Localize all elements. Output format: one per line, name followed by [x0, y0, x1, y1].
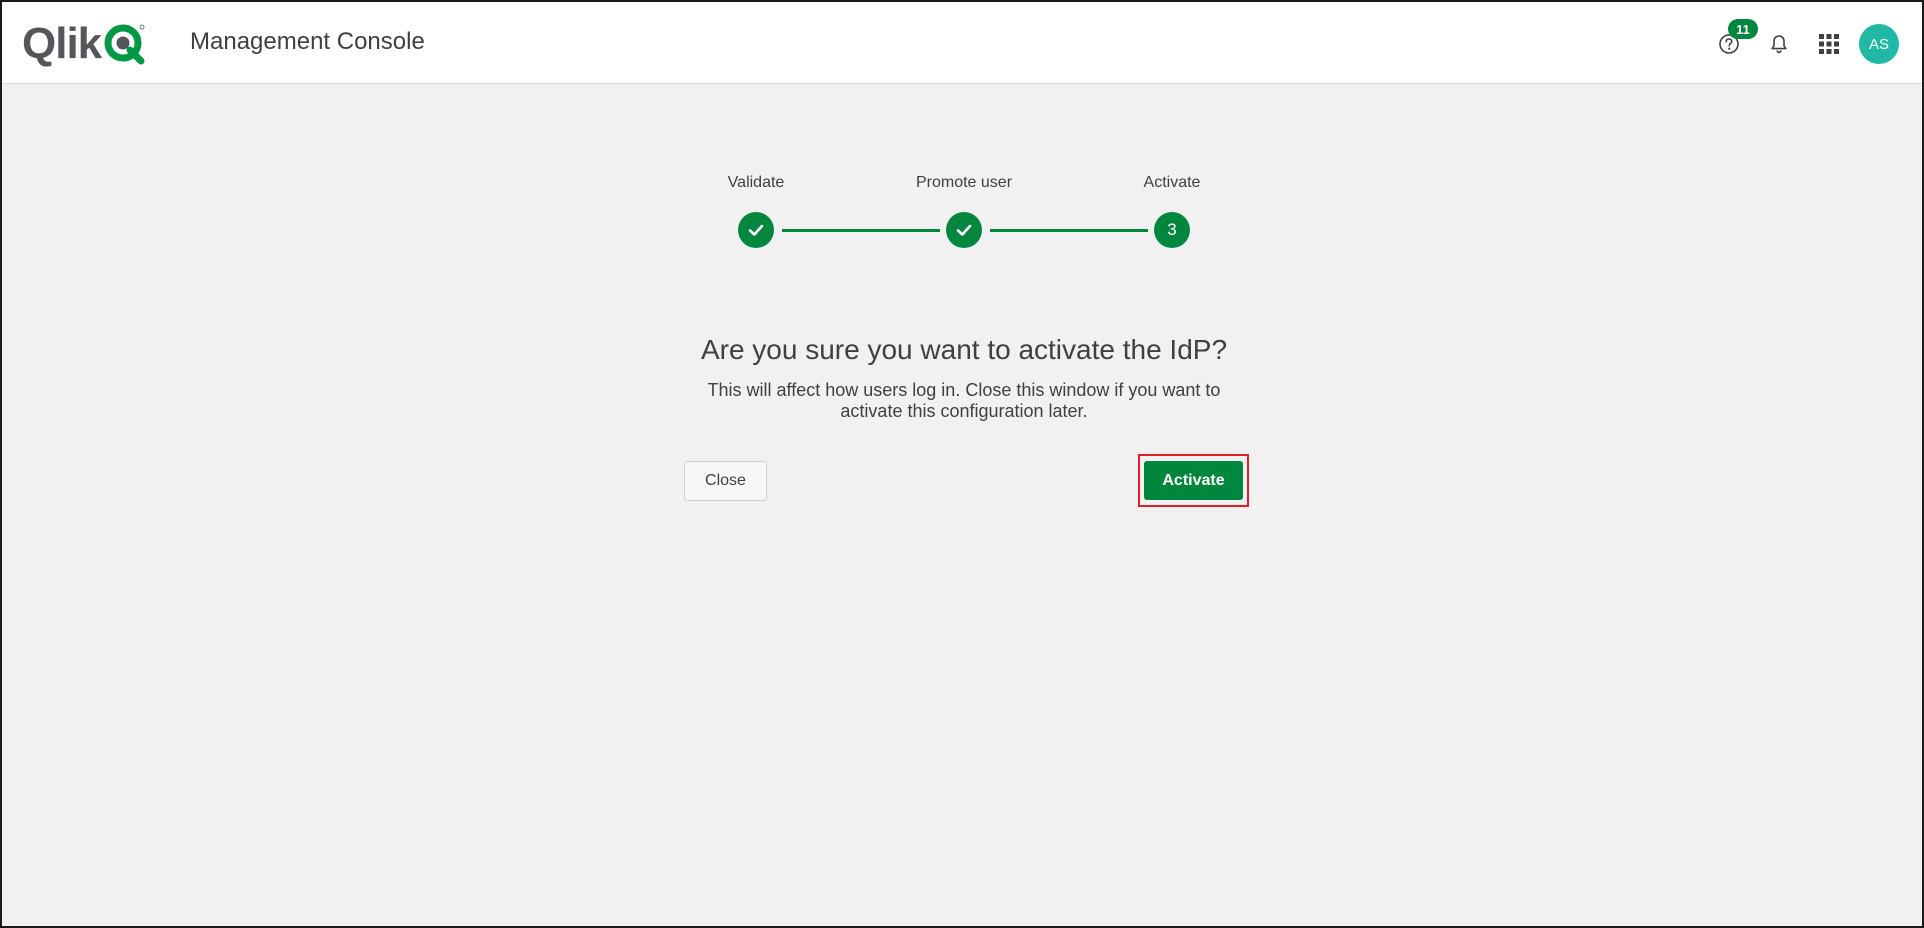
- progress-stepper: Validate Promote user Activate 3: [702, 174, 1226, 254]
- qlik-logo[interactable]: Qlik: [22, 22, 145, 66]
- apps-grid-icon: [1819, 34, 1839, 54]
- help-button[interactable]: 11: [1706, 19, 1758, 67]
- app-title: Management Console: [190, 28, 425, 55]
- close-button[interactable]: Close: [684, 461, 767, 501]
- logo-wordmark: Qlik: [22, 19, 102, 68]
- activate-button[interactable]: Activate: [1144, 461, 1243, 500]
- confirmation-heading: Are you sure you want to activate the Id…: [700, 334, 1228, 365]
- step-label-promote-user: Promote user: [915, 174, 1013, 191]
- checkmark-icon: [956, 224, 972, 236]
- user-menu-button[interactable]: AS: [1856, 21, 1902, 67]
- step-validate-done: [738, 212, 774, 248]
- bell-icon: [1771, 35, 1787, 54]
- window-frame: Qlik Management Console 11 AS Validate P…: [0, 0, 1924, 928]
- step-connector: [990, 229, 1148, 232]
- help-badge: 11: [1728, 19, 1758, 39]
- header-tools: 11 AS: [1706, 19, 1902, 67]
- apps-button[interactable]: [1806, 21, 1852, 67]
- step-label-validate: Validate: [727, 174, 785, 191]
- activate-highlight: Activate: [1138, 454, 1249, 507]
- step-activate-current: 3: [1154, 212, 1190, 248]
- avatar: AS: [1859, 24, 1899, 64]
- notifications-button[interactable]: [1756, 21, 1802, 67]
- top-bar: Qlik Management Console 11 AS: [2, 2, 1922, 84]
- logo-q-icon: [104, 24, 145, 65]
- step-connector: [782, 229, 940, 232]
- description-line: This will affect how users log in. Close…: [707, 380, 1221, 400]
- step-label-activate: Activate: [1143, 174, 1201, 191]
- confirmation-description: This will affect how users log in. Close…: [684, 380, 1244, 422]
- step-promote-user-done: [946, 212, 982, 248]
- checkmark-icon: [748, 224, 764, 236]
- description-line: activate this configuration later.: [840, 401, 1088, 421]
